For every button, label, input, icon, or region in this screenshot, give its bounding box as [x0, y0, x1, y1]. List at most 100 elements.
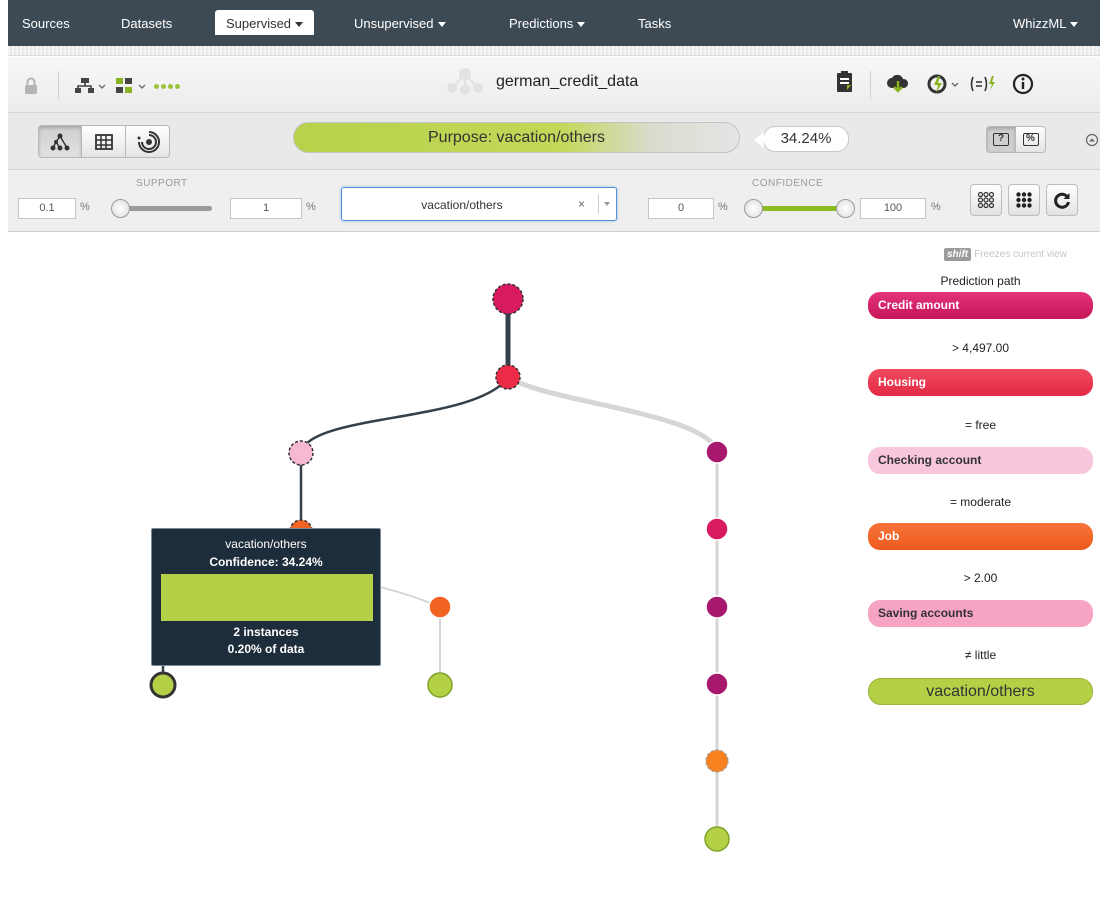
path-condition: ≠ little — [964, 648, 997, 662]
support-max-unit: % — [306, 201, 316, 213]
tree-view-button[interactable] — [38, 125, 82, 158]
tree-node-root[interactable] — [492, 283, 524, 315]
tree-node[interactable] — [705, 517, 729, 541]
tooltip-instances: 2 instances — [233, 625, 299, 639]
chevron-down-icon — [295, 22, 304, 28]
sunburst-view-button[interactable] — [126, 125, 170, 158]
chevron-down-icon — [577, 22, 586, 28]
confidence-slider-min-handle[interactable] — [744, 199, 763, 218]
confidence-key-button[interactable]: ? — [986, 126, 1016, 153]
top-navigation: Sources Datasets Supervised Unsupervised… — [8, 0, 1100, 46]
support-max-input[interactable]: 1 — [230, 198, 302, 219]
path-condition: > 4,497.00 — [951, 341, 1010, 355]
select-divider — [598, 194, 599, 214]
nav-unsupervised[interactable]: Unsupervised — [354, 16, 446, 31]
purpose-label: Purpose: vacation/others — [428, 129, 605, 146]
support-slider-track[interactable] — [120, 206, 212, 211]
prediction-path-branch — [299, 376, 510, 454]
nav-tasks[interactable]: Tasks — [638, 16, 671, 31]
chevron-down-icon — [437, 22, 446, 28]
nav-predictions-label: Predictions — [509, 16, 574, 31]
toolbar-separator — [870, 71, 871, 99]
percent-key-icon: % — [1022, 133, 1039, 146]
class-filter-select[interactable]: vacation/others × — [341, 187, 617, 221]
confidence-max-input[interactable]: 100 — [860, 198, 926, 219]
actions-icon[interactable] — [926, 73, 962, 95]
progress-dots — [154, 75, 182, 97]
nav-whizzml-label: WhizzML — [1013, 16, 1067, 31]
grid-icon — [94, 133, 113, 150]
dataset-title: german_credit_data — [496, 73, 639, 90]
path-step-job[interactable]: Job — [868, 523, 1093, 550]
shift-key-badge: shift — [944, 248, 972, 261]
path-step-saving-accounts[interactable]: Saving accounts — [868, 600, 1093, 627]
formula-icon[interactable] — [968, 73, 1002, 95]
model-toolbar: german_credit_data — [8, 57, 1100, 113]
nav-divider — [8, 46, 1100, 56]
prediction-result: vacation/others — [868, 678, 1093, 705]
confidence-min-input[interactable]: 0 — [648, 198, 714, 219]
nav-unsupervised-label: Unsupervised — [354, 16, 434, 31]
nav-whizzml[interactable]: WhizzML — [1013, 16, 1079, 31]
grid-view-button[interactable] — [82, 125, 126, 158]
tooltip-confidence-bar — [161, 574, 373, 621]
dots-grid-outline-icon — [977, 191, 995, 209]
toolbar-separator — [58, 71, 59, 99]
support-min-unit: % — [80, 201, 90, 213]
app-window: Sources Datasets Supervised Unsupervised… — [0, 0, 1100, 923]
info-icon[interactable] — [1012, 73, 1034, 95]
chevron-down-icon — [1070, 22, 1079, 28]
tree-node-housing[interactable] — [495, 364, 521, 390]
nav-supervised[interactable]: Supervised — [215, 10, 315, 35]
node-tooltip: vacation/others Confidence: 34.24% 2 ins… — [151, 528, 381, 666]
tree-node[interactable] — [705, 440, 729, 464]
purpose-confidence-value: 34.24% — [754, 126, 849, 152]
tooltip-confidence: Confidence: 34.24% — [209, 555, 323, 569]
support-slider-handle[interactable] — [111, 199, 130, 218]
confidence-slider-track[interactable] — [754, 206, 846, 211]
tree-leaf-selected[interactable] — [149, 671, 177, 699]
path-step-credit-amount[interactable]: Credit amount — [868, 292, 1093, 319]
nav-datasets[interactable]: Datasets — [121, 16, 172, 31]
clear-filter-icon[interactable]: × — [578, 197, 585, 211]
confidence-max-unit: % — [931, 201, 941, 213]
tree-node[interactable] — [428, 595, 452, 619]
sunburst-icon — [137, 130, 160, 153]
shift-hint: shift Freezes current view — [944, 248, 1067, 261]
lock-icon[interactable] — [24, 75, 38, 97]
cloud-download-icon[interactable] — [886, 73, 910, 95]
tree-leaf[interactable] — [427, 672, 453, 698]
tree-node[interactable] — [705, 749, 729, 773]
tree-leaf[interactable] — [704, 826, 730, 852]
purpose-confidence-bar: Purpose: vacation/others — [293, 122, 740, 153]
dataset-network-icon — [444, 68, 486, 95]
class-filter-value: vacation/others — [421, 198, 503, 212]
collapse-nodes-button[interactable] — [1008, 184, 1040, 216]
tree-node[interactable] — [705, 595, 729, 619]
confidence-slider-max-handle[interactable] — [836, 199, 855, 218]
nav-sources[interactable]: Sources — [22, 16, 70, 31]
confidence-label: CONFIDENCE — [752, 178, 824, 189]
tree-view-icon[interactable] — [74, 75, 108, 97]
path-step-housing[interactable]: Housing — [868, 369, 1093, 396]
path-condition: = moderate — [949, 495, 1012, 509]
nav-supervised-label: Supervised — [226, 16, 292, 31]
tree-node-checking-account[interactable] — [288, 440, 314, 466]
path-step-checking-account[interactable]: Checking account — [868, 447, 1093, 474]
download-icon[interactable] — [836, 71, 854, 93]
path-condition: = free — [964, 418, 997, 432]
confidence-min-unit: % — [718, 201, 728, 213]
support-label: SUPPORT — [136, 178, 188, 189]
expand-nodes-button[interactable] — [970, 184, 1002, 216]
view-mode-group — [38, 125, 170, 158]
reset-view-button[interactable] — [1046, 184, 1078, 216]
percent-key-button[interactable]: % — [1016, 126, 1046, 153]
model-icon[interactable] — [114, 75, 148, 97]
collapse-icon[interactable] — [1085, 133, 1099, 152]
nav-predictions[interactable]: Predictions — [509, 16, 586, 31]
view-controls: Purpose: vacation/others 34.24% ? % — [8, 113, 1100, 170]
chevron-down-icon[interactable] — [604, 202, 610, 206]
tree-node[interactable] — [705, 672, 729, 696]
tooltip-data-share: 0.20% of data — [227, 642, 305, 656]
support-min-input[interactable]: 0.1 — [18, 198, 76, 219]
